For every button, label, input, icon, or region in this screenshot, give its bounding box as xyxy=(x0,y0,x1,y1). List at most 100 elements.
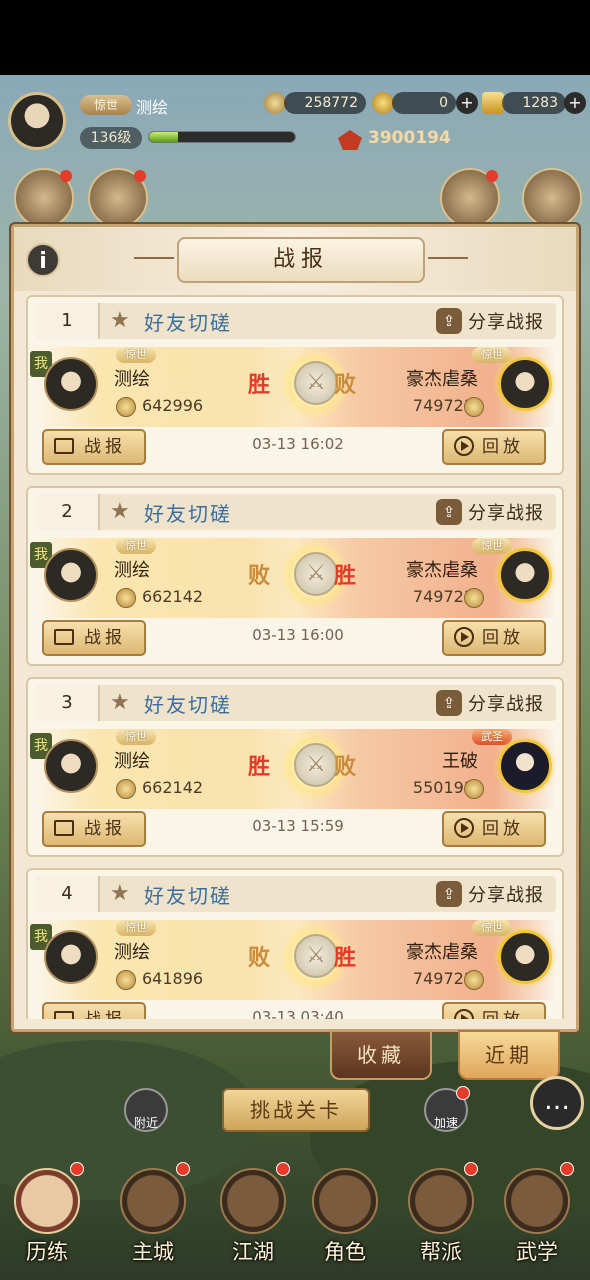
nav-label: 角色 xyxy=(324,1240,366,1264)
exp-bar xyxy=(148,131,296,143)
favorite-star-icon[interactable]: ★ xyxy=(110,499,130,524)
replay-button[interactable]: 回放 xyxy=(442,429,546,465)
report-icon xyxy=(54,1011,74,1019)
left-player-avatar[interactable] xyxy=(44,357,98,411)
left-title-badge: 惊世 xyxy=(116,920,156,936)
bottom-nav: 历练 主城 江湖 角色 帮派 武学 xyxy=(0,1148,590,1280)
nav-item-guild[interactable]: 帮派 xyxy=(402,1148,480,1280)
report-icon xyxy=(54,438,74,454)
right-player-name: 豪杰虐桑 xyxy=(406,942,478,963)
chat-icon[interactable]: … xyxy=(530,1076,584,1130)
player-title-badge: 惊世 xyxy=(80,95,132,115)
right-player-avatar[interactable] xyxy=(498,357,552,411)
info-icon[interactable]: i xyxy=(26,243,60,277)
right-result: 败 xyxy=(334,754,357,780)
right-player-avatar[interactable] xyxy=(498,930,552,984)
view-report-button[interactable]: 战报 xyxy=(42,620,146,656)
speed-up-button[interactable]: 加速 xyxy=(424,1086,470,1132)
record-type: 好友切磋 xyxy=(144,502,232,526)
left-player-avatar[interactable] xyxy=(44,739,98,793)
coin-count: 258772 xyxy=(284,92,366,114)
nav-item-training[interactable]: 历练 xyxy=(8,1148,86,1280)
power-icon xyxy=(116,588,136,608)
coin-icon xyxy=(264,92,286,114)
left-player-name: 测绘 xyxy=(114,560,150,581)
nav-item-city[interactable]: 主城 xyxy=(114,1148,192,1280)
left-player-avatar[interactable] xyxy=(44,930,98,984)
right-result: 败 xyxy=(334,372,357,398)
add-gold-icon[interactable]: + xyxy=(564,92,586,114)
report-icon xyxy=(54,820,74,836)
event-icon[interactable] xyxy=(88,168,148,228)
notification-dot xyxy=(70,1162,84,1176)
share-icon[interactable]: ⇪ xyxy=(436,881,462,907)
add-resource-icon[interactable]: + xyxy=(456,92,478,114)
power-icon xyxy=(464,970,484,990)
power-icon xyxy=(116,970,136,990)
title-ornament xyxy=(134,257,174,259)
view-report-label: 战报 xyxy=(84,628,126,648)
challenge-stage-button[interactable]: 挑战关卡 xyxy=(222,1088,370,1132)
record-index: 4 xyxy=(36,876,100,912)
share-report-button[interactable]: 分享战报 xyxy=(468,499,544,525)
view-report-button[interactable]: 战报 xyxy=(42,811,146,847)
event-icon[interactable] xyxy=(440,168,500,228)
event-icon[interactable] xyxy=(522,168,582,228)
share-icon[interactable]: ⇪ xyxy=(436,499,462,525)
favorite-star-icon[interactable]: ★ xyxy=(110,690,130,715)
crossed-swords-icon: ⚔ xyxy=(294,361,338,405)
tab-recent[interactable]: 近期 xyxy=(458,1030,560,1080)
record-type: 好友切磋 xyxy=(144,884,232,908)
left-player-power: 662142 xyxy=(142,587,204,606)
crossed-swords-icon: ⚔ xyxy=(294,552,338,596)
tab-collect[interactable]: 收藏 xyxy=(330,1030,432,1080)
battle-record-card: 1 ★ 好友切磋 ⇪ 分享战报 我 惊世 测绘 642996 胜 ⚔ 败 惊世 … xyxy=(26,295,564,475)
city-icon xyxy=(120,1168,186,1234)
favorite-star-icon[interactable]: ★ xyxy=(110,308,130,333)
power-icon xyxy=(116,397,136,417)
right-title-badge: 武圣 xyxy=(472,729,512,745)
view-report-label: 战报 xyxy=(84,437,126,457)
nav-item-martial-arts[interactable]: 武学 xyxy=(498,1148,576,1280)
view-report-button[interactable]: 战报 xyxy=(42,429,146,465)
right-result: 胜 xyxy=(334,563,357,589)
event-icon[interactable] xyxy=(14,168,74,228)
nav-item-character[interactable]: 角色 xyxy=(306,1148,384,1280)
view-report-button[interactable]: 战报 xyxy=(42,1002,146,1019)
right-player-avatar[interactable] xyxy=(498,548,552,602)
right-player-avatar[interactable] xyxy=(498,739,552,793)
speed-label: 加速 xyxy=(433,1116,458,1130)
right-title-badge: 惊世 xyxy=(472,347,512,363)
right-player-name: 豪杰虐桑 xyxy=(406,560,478,581)
share-report-button[interactable]: 分享战报 xyxy=(468,308,544,334)
battle-strip: 我 惊世 测绘 642996 胜 ⚔ 败 惊世 豪杰虐桑 749723 xyxy=(30,347,556,427)
favorite-star-icon[interactable]: ★ xyxy=(110,881,130,906)
right-player-name: 王破 xyxy=(442,751,478,772)
character-icon xyxy=(312,1168,378,1234)
nearby-button[interactable]: 附近 xyxy=(124,1088,168,1132)
record-index: 2 xyxy=(36,494,100,530)
battle-record-list[interactable]: 1 ★ 好友切磋 ⇪ 分享战报 我 惊世 测绘 642996 胜 ⚔ 败 惊世 … xyxy=(26,295,564,1019)
left-title-badge: 惊世 xyxy=(116,538,156,554)
power-icon xyxy=(464,779,484,799)
share-icon[interactable]: ⇪ xyxy=(436,690,462,716)
share-icon[interactable]: ⇪ xyxy=(436,308,462,334)
play-icon xyxy=(454,436,474,456)
crossed-swords-icon: ⚔ xyxy=(294,743,338,787)
play-icon xyxy=(454,818,474,838)
share-report-button[interactable]: 分享战报 xyxy=(468,881,544,907)
player-power: 3900194 xyxy=(368,128,451,148)
player-avatar[interactable] xyxy=(8,92,66,150)
panel-title: 战报 xyxy=(177,237,425,283)
replay-button[interactable]: 回放 xyxy=(442,620,546,656)
replay-button[interactable]: 回放 xyxy=(442,811,546,847)
record-time: 03-13 03:40 xyxy=(252,1008,344,1019)
replay-button[interactable]: 回放 xyxy=(442,1002,546,1019)
battle-record-card: 3 ★ 好友切磋 ⇪ 分享战报 我 惊世 测绘 662142 胜 ⚔ 败 武圣 … xyxy=(26,677,564,857)
left-player-avatar[interactable] xyxy=(44,548,98,602)
share-report-button[interactable]: 分享战报 xyxy=(468,690,544,716)
player-level: 136级 xyxy=(80,127,142,149)
notification-dot xyxy=(276,1162,290,1176)
nav-item-jianghu[interactable]: 江湖 xyxy=(214,1148,292,1280)
notification-dot xyxy=(176,1162,190,1176)
